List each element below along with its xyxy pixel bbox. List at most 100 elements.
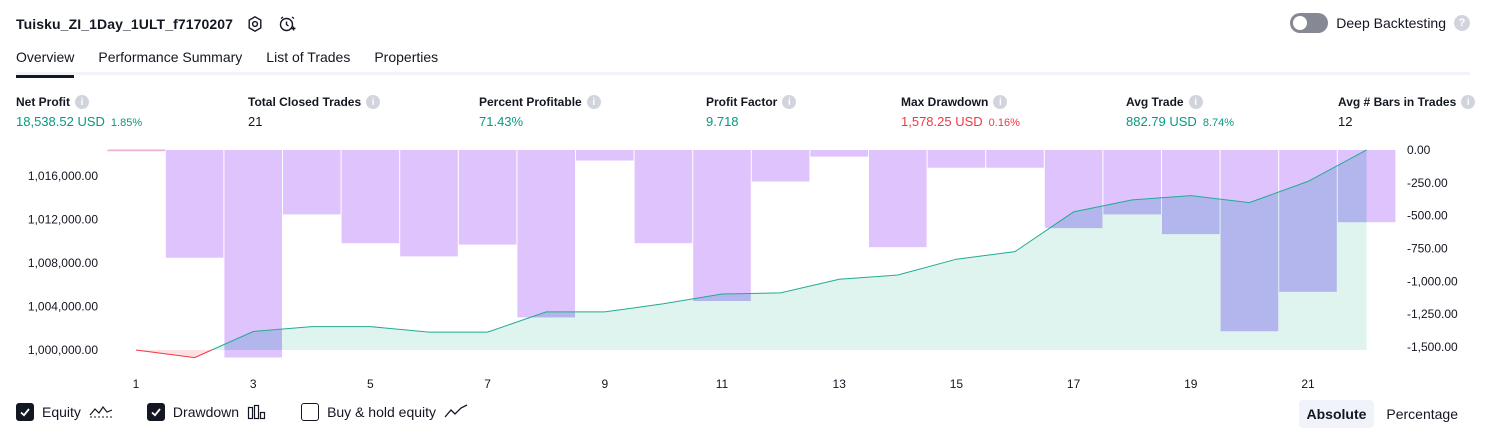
x-axis-tick-label: 17 (1067, 377, 1081, 391)
help-icon[interactable]: ? (1454, 15, 1470, 31)
drawdown-bar (693, 150, 751, 301)
info-icon[interactable]: i (586, 95, 601, 109)
stat-label: Avg # Bars in Trades i (1338, 94, 1476, 110)
max-drawdown-value: 1,578.25 USD (901, 114, 983, 129)
stat-label: Percent Profitable i (479, 94, 601, 110)
buy-hold-label: Buy & hold equity (327, 404, 437, 420)
drawdown-bar (927, 150, 986, 168)
drawdown-bar (751, 150, 810, 182)
drawdown-bar (165, 150, 224, 258)
stat-label: Max Drawdown i (901, 94, 1020, 110)
drawdown-bar (224, 150, 282, 358)
info-icon[interactable]: i (1461, 95, 1476, 109)
drawdown-bar (458, 150, 517, 245)
chart-legend: Equity Drawdown Buy & hold equity (16, 403, 502, 421)
percentage-button[interactable]: Percentage (1378, 400, 1466, 428)
equity-line-icon (89, 404, 113, 420)
strategy-name: Tuisku_ZI_1Day_1ULT_f7170207 (16, 16, 234, 32)
total-closed-trades-value: 21 (248, 114, 263, 129)
left-axis-tick-label: 1,016,000.00 (28, 169, 98, 183)
drawdown-checkbox[interactable] (146, 403, 165, 421)
profit-factor-label: Profit Factor (706, 95, 778, 109)
drawdown-bar (634, 150, 693, 244)
stat-value: 1,578.25 USD 0.16% (901, 114, 1020, 130)
right-axis-tick-label: -1,250.00 (1407, 307, 1458, 321)
stat-label: Avg Trade i (1126, 94, 1234, 110)
stat-value: 882.79 USD 8.74% (1126, 114, 1234, 130)
strategy-header: Tuisku_ZI_1Day_1ULT_f7170207 (16, 12, 297, 36)
max-drawdown-label: Max Drawdown (901, 95, 989, 109)
avg-bars-label: Avg # Bars in Trades (1338, 95, 1457, 109)
settings-gear-icon[interactable] (245, 14, 265, 34)
drawdown-bar (400, 150, 458, 257)
equity-drawdown-chart[interactable]: 1,000,000.00 1,004,000.00 1,008,000.00 1,01… (0, 140, 1486, 395)
legend-equity[interactable]: Equity (16, 403, 113, 421)
total-closed-trades-label: Total Closed Trades (248, 95, 362, 109)
info-icon[interactable]: i (366, 95, 381, 109)
buy-hold-line-icon (444, 404, 468, 420)
percent-profitable-value: 71.43% (479, 114, 524, 129)
x-axis-tick-label: 1 (133, 377, 140, 391)
right-axis-tick-label: -500.00 (1407, 209, 1448, 223)
stat-avg-trade: Avg Trade i 882.79 USD 8.74% (1126, 94, 1234, 130)
drawdown-bar (986, 150, 1044, 168)
stat-value: 21 (248, 114, 380, 130)
tab-properties[interactable]: Properties (374, 44, 438, 75)
stat-total-closed-trades: Total Closed Trades i 21 (248, 94, 381, 130)
legend-buy-hold[interactable]: Buy & hold equity (301, 403, 468, 421)
drawdown-bar (869, 150, 927, 248)
drawdown-bar (576, 150, 634, 161)
deep-backtesting-toggle[interactable] (1290, 13, 1329, 33)
x-axis-tick-label: 15 (950, 377, 964, 391)
net-profit-label: Net Profit (16, 95, 70, 109)
right-axis-tick-label: -750.00 (1407, 242, 1448, 256)
left-axis-tick-label: 1,004,000.00 (28, 300, 98, 314)
buy-hold-checkbox[interactable] (301, 403, 320, 421)
equity-checkbox[interactable] (16, 403, 34, 421)
info-icon[interactable]: i (75, 95, 89, 109)
x-axis-tick-label: 5 (367, 377, 374, 391)
equity-label: Equity (42, 404, 81, 420)
stat-percent-profitable: Percent Profitable i 71.43% (479, 94, 601, 130)
toggle-knob (1293, 16, 1308, 30)
stat-profit-factor: Profit Factor i 9.718 (706, 94, 797, 130)
deep-backtesting: Deep Backtesting ? (1290, 13, 1470, 33)
add-alert-clock-icon[interactable] (277, 14, 297, 34)
stat-avg-bars: Avg # Bars in Trades i 12 (1338, 94, 1476, 130)
absolute-button[interactable]: Absolute (1298, 400, 1375, 428)
tab-bar: Overview Performance Summary List of Tra… (16, 44, 1470, 78)
x-axis-tick-label: 13 (833, 377, 847, 391)
info-icon[interactable]: i (1188, 95, 1203, 109)
drawdown-label: Drawdown (172, 404, 240, 420)
x-axis-tick-label: 3 (250, 377, 257, 391)
stat-value: 18,538.52 USD 1.85% (16, 114, 142, 130)
info-icon[interactable]: i (782, 95, 797, 109)
stat-label: Total Closed Trades i (248, 94, 381, 110)
tab-list-of-trades[interactable]: List of Trades (266, 44, 350, 75)
right-axis-tick-label: -1,500.00 (1407, 340, 1458, 354)
net-profit-percent: 1.85% (110, 117, 143, 129)
drawdown-bar (810, 150, 868, 157)
x-axis-tick-label: 11 (716, 377, 729, 391)
scale-mode-switch: Absolute Percentage (1298, 400, 1467, 428)
tab-performance-summary[interactable]: Performance Summary (98, 44, 242, 75)
profit-factor-value: 9.718 (706, 114, 739, 129)
drawdown-bar (517, 150, 575, 318)
max-drawdown-percent: 0.16% (988, 117, 1020, 129)
stat-net-profit: Net Profit i 18,538.52 USD 1.85% (16, 94, 142, 130)
right-axis-tick-label: -250.00 (1407, 176, 1448, 190)
avg-trade-percent: 8.74% (1202, 117, 1235, 129)
stat-value: 12 (1338, 114, 1475, 130)
legend-drawdown[interactable]: Drawdown (146, 403, 267, 421)
stat-label: Profit Factor i (706, 94, 797, 110)
percent-profitable-label: Percent Profitable (479, 95, 582, 109)
info-icon[interactable]: i (993, 95, 1008, 109)
avg-trade-value: 882.79 USD (1126, 114, 1197, 129)
x-axis-tick-label: 19 (1184, 377, 1198, 391)
avg-trade-label: Avg Trade (1126, 95, 1184, 109)
left-axis-tick-label: 1,008,000.00 (28, 256, 98, 270)
tab-overview[interactable]: Overview (16, 44, 75, 78)
stat-value: 71.43% (479, 114, 601, 130)
avg-bars-value: 12 (1338, 114, 1353, 129)
left-axis-tick-label: 1,000,000.00 (28, 343, 98, 357)
